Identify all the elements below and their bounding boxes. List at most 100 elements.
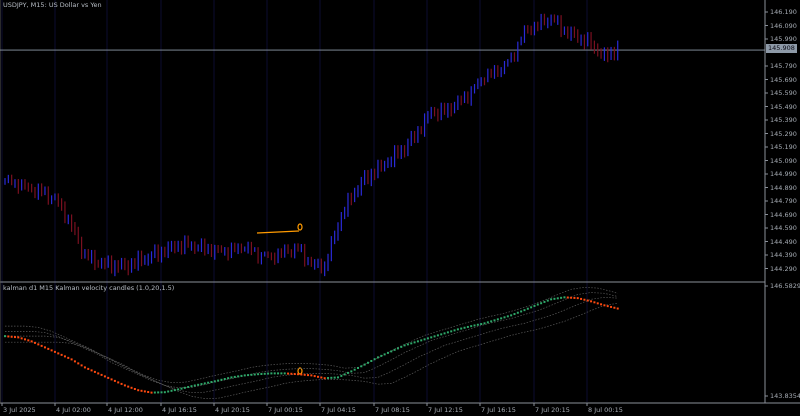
price-label: 144.490 xyxy=(770,237,797,246)
indicator-dot xyxy=(473,324,476,327)
chart-canvas[interactable] xyxy=(0,0,800,416)
indicator-dot xyxy=(570,296,573,299)
indicator-label: 143.8354 xyxy=(770,392,800,400)
indicator-dot xyxy=(426,337,429,340)
indicator-dot xyxy=(147,391,150,394)
time-label: 3 Jul 2025 xyxy=(3,406,36,414)
indicator-dot xyxy=(353,368,356,371)
indicator-dot xyxy=(207,381,210,384)
trade-marker-icon xyxy=(297,223,303,231)
indicator-dot xyxy=(93,370,96,373)
indicator-dot xyxy=(43,346,46,349)
indicator-dot xyxy=(396,347,399,350)
indicator-dot xyxy=(167,390,170,393)
time-label: 4 Jul 20:15 xyxy=(215,406,250,414)
indicator-dot xyxy=(77,362,80,365)
indicator-dot xyxy=(143,390,146,393)
indicator-dot xyxy=(563,296,566,299)
indicator-dot xyxy=(280,372,283,375)
indicator-dot xyxy=(227,377,230,380)
indicator-dot xyxy=(460,327,463,330)
indicator-dot xyxy=(580,297,583,300)
indicator-dot xyxy=(523,309,526,312)
indicator-dot xyxy=(313,375,316,378)
indicator-dot xyxy=(70,358,73,361)
indicator-dot xyxy=(446,331,449,334)
indicator-dot xyxy=(576,297,579,300)
indicator-dot xyxy=(483,322,486,325)
indicator-dot xyxy=(450,330,453,333)
indicator-dot xyxy=(173,389,176,392)
indicator-dot xyxy=(87,367,90,370)
indicator-dot xyxy=(243,374,246,377)
time-label: 7 Jul 08:15 xyxy=(375,406,410,414)
indicator-dot xyxy=(356,366,359,369)
indicator-dot xyxy=(520,310,523,313)
indicator-dot xyxy=(383,353,386,356)
indicator-dot xyxy=(127,385,130,388)
indicator-dot xyxy=(33,341,36,344)
indicator-dot xyxy=(350,370,353,373)
indicator-dot xyxy=(340,374,343,377)
indicator-dot xyxy=(240,374,243,377)
indicator-dot xyxy=(550,298,553,301)
indicator-dot xyxy=(406,343,409,346)
indicator-dot xyxy=(187,386,190,389)
indicator-dot xyxy=(27,339,30,342)
time-label: 7 Jul 00:15 xyxy=(268,406,303,414)
indicator-dot xyxy=(300,373,303,376)
indicator-dot xyxy=(363,363,366,366)
indicator-label: 146.5829 xyxy=(770,282,800,290)
price-label: 145.790 xyxy=(770,62,797,70)
indicator-dot xyxy=(376,356,379,359)
indicator-dot xyxy=(150,391,153,394)
indicator-dot xyxy=(73,360,76,363)
price-label: 144.590 xyxy=(770,224,797,232)
indicator-dot xyxy=(90,369,93,372)
indicator-dot xyxy=(260,372,263,375)
indicator-dot xyxy=(310,374,313,377)
time-label: 4 Jul 16:15 xyxy=(162,406,197,414)
time-label: 7 Jul 20:15 xyxy=(535,406,570,414)
indicator-dot xyxy=(123,384,126,387)
indicator-dot xyxy=(486,321,489,324)
price-label: 144.390 xyxy=(770,251,797,259)
indicator-dot xyxy=(40,344,43,347)
indicator-dot xyxy=(346,371,349,374)
indicator-dot xyxy=(583,298,586,301)
indicator-dot xyxy=(436,334,439,337)
indicator-dot xyxy=(506,315,509,318)
indicator-dot xyxy=(113,379,116,382)
indicator-dot xyxy=(170,389,173,392)
indicator-dot xyxy=(153,391,156,394)
indicator-dot xyxy=(263,372,266,375)
indicator-dot xyxy=(110,378,113,381)
indicator-dot xyxy=(400,345,403,348)
indicator-dot xyxy=(323,377,326,380)
indicator-dot xyxy=(600,303,603,306)
indicator-dot xyxy=(13,336,16,339)
indicator-dot xyxy=(573,296,576,299)
price-label: 144.290 xyxy=(770,264,797,273)
indicator-dot xyxy=(7,335,10,338)
indicator-dot xyxy=(466,325,469,328)
time-label: 7 Jul 16:15 xyxy=(481,406,516,414)
indicator-dot xyxy=(293,372,296,375)
price-label: 145.690 xyxy=(770,75,797,84)
indicator-dot xyxy=(63,355,66,358)
indicator-dot xyxy=(203,382,206,385)
time-label: 4 Jul 02:00 xyxy=(56,406,91,414)
time-label: 4 Jul 12:00 xyxy=(108,406,143,414)
indicator-dot xyxy=(213,380,216,383)
indicator-dot xyxy=(533,304,536,307)
indicator-dot xyxy=(566,296,569,299)
indicator-dot xyxy=(177,388,180,391)
price-label: 145.590 xyxy=(770,89,797,97)
indicator-dot xyxy=(50,349,53,352)
indicator-dot xyxy=(80,364,83,367)
indicator-dot xyxy=(553,297,556,300)
price-label: 145.090 xyxy=(770,156,797,165)
indicator-dot xyxy=(536,303,539,306)
indicator-dot xyxy=(440,333,443,336)
indicator-dot xyxy=(83,366,86,369)
